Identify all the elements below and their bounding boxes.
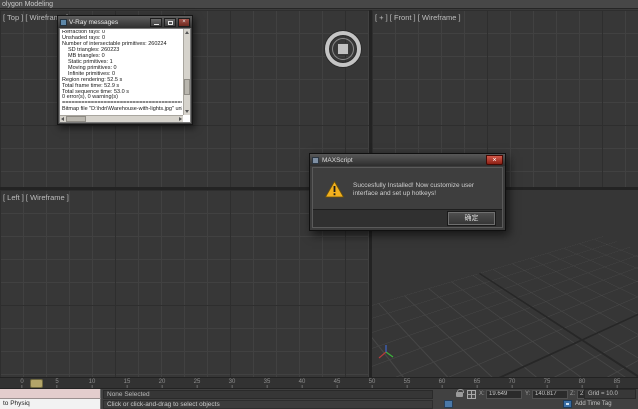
timeline-tick[interactable]: 55 xyxy=(404,379,411,388)
scroll-right-icon[interactable] xyxy=(179,117,182,121)
keyboard-override-icon[interactable] xyxy=(444,400,453,408)
close-icon: × xyxy=(492,157,497,164)
minimize-icon xyxy=(153,23,159,25)
dialog-close-button[interactable]: × xyxy=(486,155,503,165)
maxscript-app-icon xyxy=(312,156,319,164)
coord-x-label: X: xyxy=(479,391,485,397)
timeline-tick[interactable]: 85 xyxy=(614,379,621,388)
vray-app-icon xyxy=(60,18,67,26)
timeline-tick[interactable]: 15 xyxy=(124,379,131,388)
vray-window-title: V-Ray messages xyxy=(69,18,119,26)
coord-x-field[interactable]: 19.649 xyxy=(486,390,522,399)
timeline-tick[interactable]: 0 xyxy=(20,379,23,388)
scroll-up-icon[interactable] xyxy=(185,31,189,34)
selection-status: None Selected xyxy=(103,390,433,399)
dialog-message: Succesfully Installed! Now customize use… xyxy=(353,181,475,197)
gizmo-core-square xyxy=(337,43,349,55)
status-bar: to Physiq None Selected Click or click-a… xyxy=(0,389,638,409)
axis-x-red xyxy=(378,351,387,359)
vray-log-panel: Refraction rays: 0 Unshaded rays: 0 Number… xyxy=(59,28,191,123)
maxscript-mini-listener[interactable]: to Physiq xyxy=(0,399,101,409)
timeline-tick[interactable]: 5 xyxy=(55,379,58,388)
grid-spacing-readout: Grid = 10.0 xyxy=(584,389,636,399)
vray-log-lines: Refraction rays: 0 Unshaded rays: 0 Number… xyxy=(62,30,182,114)
maximize-icon xyxy=(167,20,173,25)
scroll-down-icon[interactable] xyxy=(185,110,189,113)
ribbon-strip: olygon Modeling xyxy=(0,0,638,9)
circular-light-gizmo[interactable] xyxy=(325,31,361,67)
add-time-tag-button[interactable]: Add Time Tag xyxy=(575,400,636,409)
timeline-tick[interactable]: 30 xyxy=(229,379,236,388)
horizontal-scrollbar[interactable] xyxy=(60,115,183,122)
close-icon: × xyxy=(182,18,186,25)
timeline-tick[interactable]: 70 xyxy=(509,379,516,388)
timeline-tick[interactable]: 25 xyxy=(194,379,201,388)
maxscript-dialog: MAXScript × Succesfully Installed! Now c… xyxy=(309,153,506,231)
vray-log-line: Bitmap file "D:\hdri\Warehouse-with-ligh… xyxy=(62,106,182,113)
perspective-home-grid xyxy=(372,236,638,377)
ribbon-panel-label: olygon Modeling xyxy=(2,1,53,8)
timeline-tick[interactable]: 35 xyxy=(264,379,271,388)
ok-button[interactable]: 确定 xyxy=(447,211,496,226)
vertical-scrollbar[interactable] xyxy=(183,29,190,115)
selection-lock-icon[interactable] xyxy=(456,389,464,397)
maxscript-titlebar[interactable]: MAXScript × xyxy=(310,154,505,166)
horizontal-scrollbar-thumb[interactable] xyxy=(66,116,86,122)
world-axis-tripod xyxy=(378,345,394,359)
timeline-tick[interactable]: 80 xyxy=(579,379,586,388)
vray-titlebar[interactable]: V-Ray messages × xyxy=(58,16,192,28)
viewport-front-label[interactable]: [ + ] [ Front ] [ Wireframe ] xyxy=(375,13,461,22)
timeline-tick[interactable]: 50 xyxy=(369,379,376,388)
minimize-button[interactable] xyxy=(150,17,162,27)
timeline-tick[interactable]: 75 xyxy=(544,379,551,388)
scroll-left-icon[interactable] xyxy=(61,117,64,121)
vray-messages-window: V-Ray messages × Refraction rays: 0 Unsha… xyxy=(57,15,193,125)
maxscript-dialog-content: Succesfully Installed! Now customize use… xyxy=(312,167,503,228)
vertical-scrollbar-thumb[interactable] xyxy=(184,78,190,95)
time-slider-thumb[interactable] xyxy=(30,379,43,388)
timeline-tick[interactable]: 65 xyxy=(474,379,481,388)
macro-recorder-line[interactable] xyxy=(0,389,101,399)
timeline-tick[interactable]: 40 xyxy=(299,379,306,388)
axis-y-green xyxy=(385,351,394,358)
maximize-button[interactable] xyxy=(164,17,176,27)
timeline-tick[interactable]: 20 xyxy=(159,379,166,388)
timeline-tick[interactable]: 60 xyxy=(439,379,446,388)
viewport-left-label[interactable]: [ Left ] [ Wireframe ] xyxy=(3,193,69,202)
timeline-ruler[interactable]: 0 5 10 15 20 25 30 35 40 45 50 55 60 65 70 75 80 85 xyxy=(0,377,638,389)
warning-icon xyxy=(325,181,344,198)
coord-z-label: Z: xyxy=(570,391,576,397)
button-area: 确定 xyxy=(313,209,502,227)
message-area: Succesfully Installed! Now customize use… xyxy=(313,168,502,211)
timeline-tick[interactable]: 10 xyxy=(89,379,96,388)
absolute-mode-icon[interactable] xyxy=(467,390,476,399)
timeline-tick[interactable]: 45 xyxy=(334,379,341,388)
close-button[interactable]: × xyxy=(178,17,190,27)
time-tag-icon[interactable] xyxy=(563,400,572,408)
maxscript-dialog-title: MAXScript xyxy=(322,156,353,164)
coord-y-field[interactable]: 140.817 xyxy=(532,390,568,399)
coord-y-label: Y: xyxy=(525,391,531,397)
prompt-line: Click or click-and-drag to select object… xyxy=(103,399,433,409)
